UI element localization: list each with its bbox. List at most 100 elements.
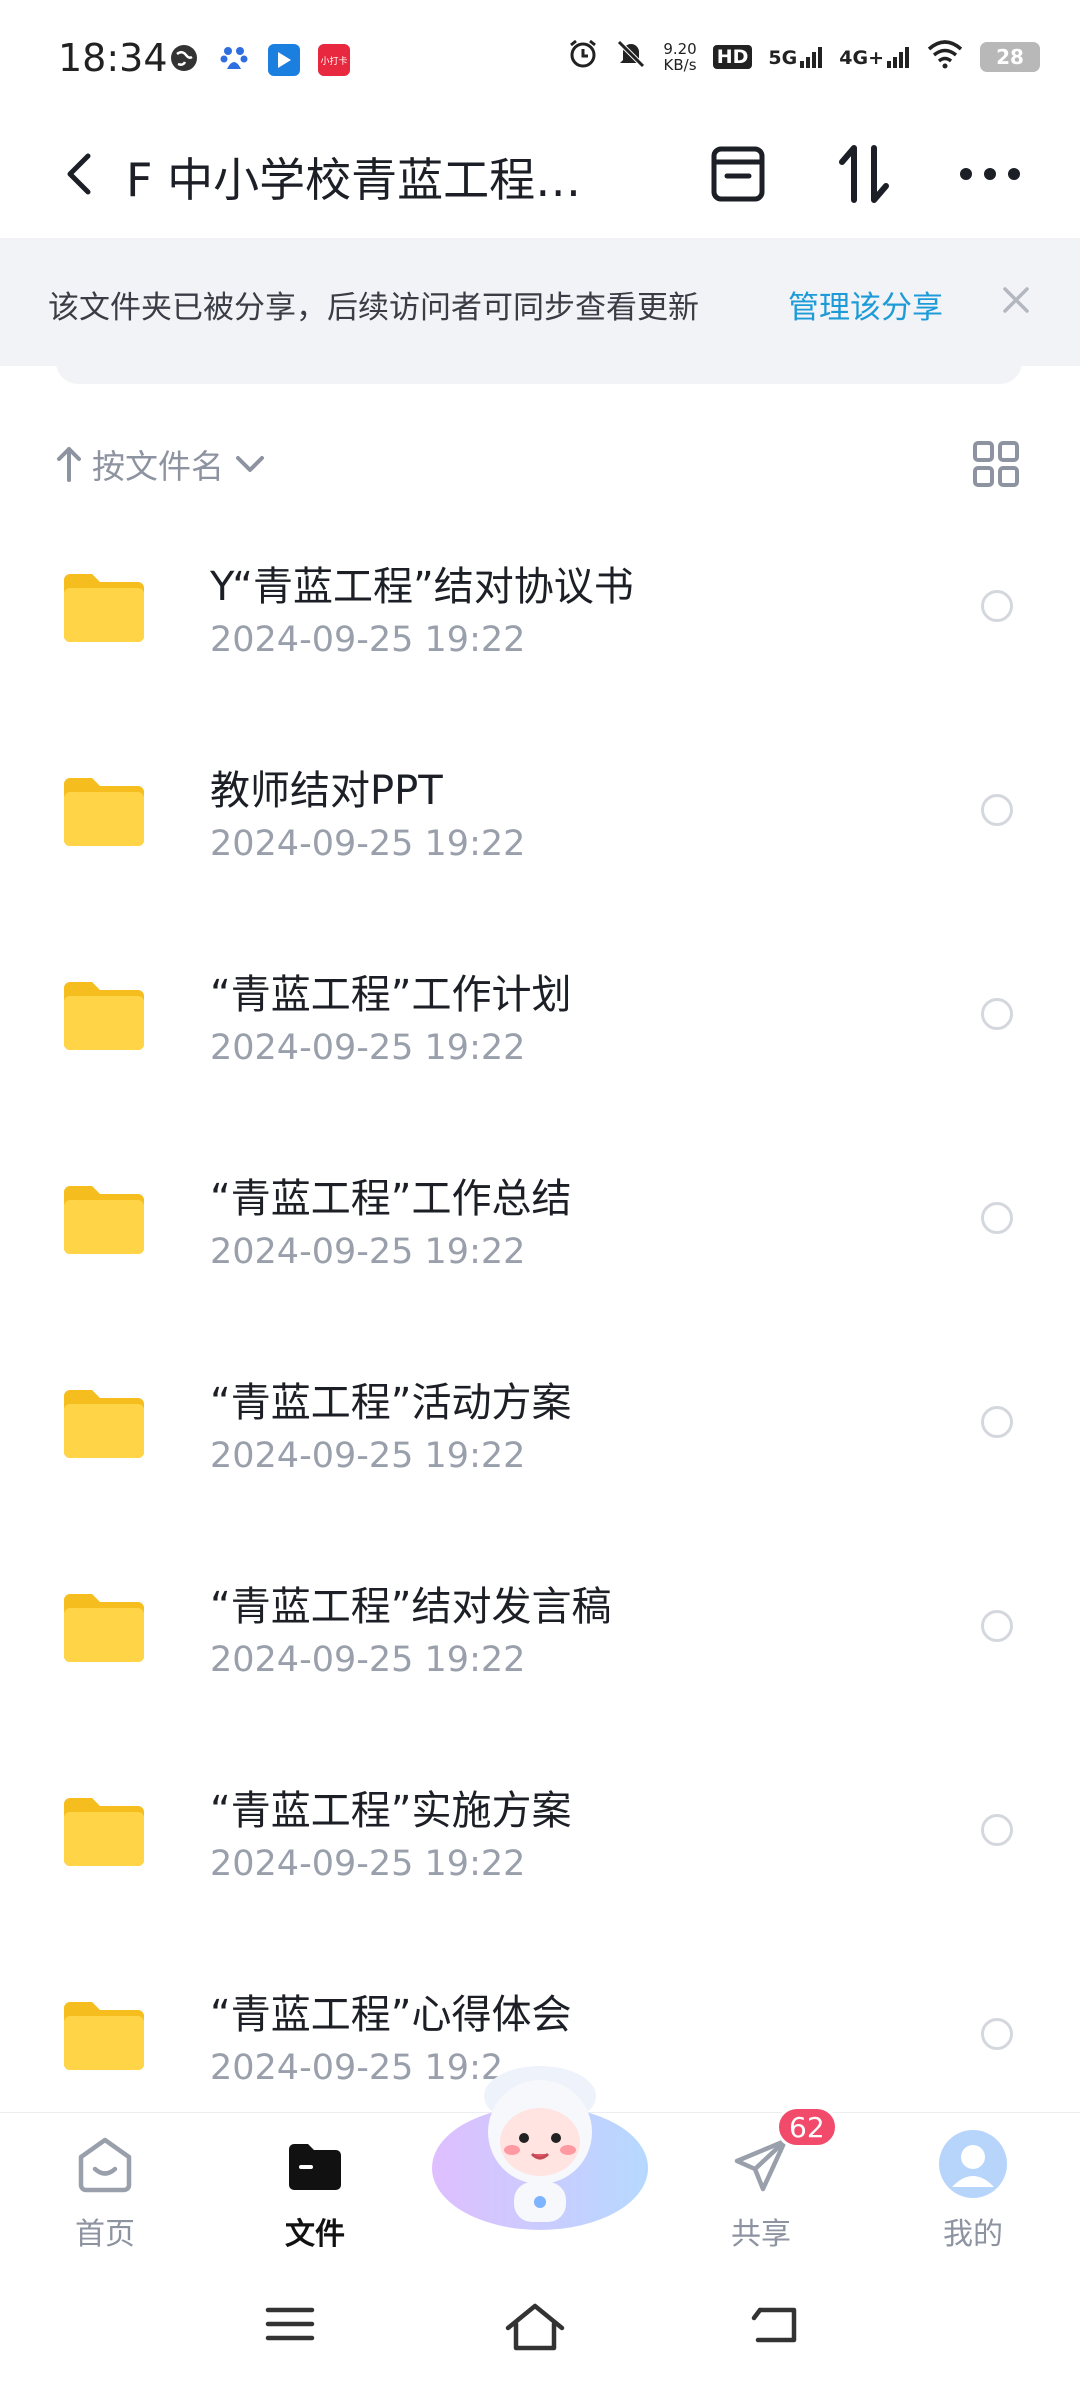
select-radio[interactable] <box>981 1814 1013 1846</box>
file-name: Y“青蓝工程”结对协议书 <box>210 564 634 610</box>
nav-files-label: 文件 <box>285 2217 345 2252</box>
red-app-label: 小打卡 <box>320 56 348 67</box>
close-icon <box>1003 287 1029 313</box>
system-menu-button[interactable] <box>260 2300 340 2360</box>
search-bar-edge <box>56 362 1022 384</box>
list-item[interactable]: “青蓝工程”活动方案 2024-09-25 19:22 <box>0 1324 1080 1528</box>
share-badge: 62 <box>776 2106 838 2148</box>
sort-arrows-icon <box>839 145 889 203</box>
sort-by-name-button[interactable]: 按文件名 <box>56 440 266 488</box>
mute-icon <box>615 38 647 75</box>
nav-share-label: 共享 <box>731 2217 791 2252</box>
select-radio[interactable] <box>981 998 1013 1030</box>
file-date: 2024-09-25 19:22 <box>210 1844 526 1884</box>
select-radio[interactable] <box>981 2018 1013 2050</box>
select-radio[interactable] <box>981 794 1013 826</box>
folder-icon <box>64 778 144 846</box>
file-name: “青蓝工程”工作计划 <box>210 972 572 1018</box>
sim1-label: 5G <box>768 46 798 69</box>
close-banner-button[interactable] <box>990 274 1042 326</box>
status-time: 18:34 <box>58 36 168 80</box>
file-name: “青蓝工程”结对发言稿 <box>210 1584 612 1630</box>
manage-share-link[interactable]: 管理该分享 <box>788 282 943 327</box>
sort-button[interactable] <box>828 138 900 210</box>
file-name: “青蓝工程”工作总结 <box>210 1176 572 1222</box>
system-home-button[interactable] <box>500 2300 580 2360</box>
file-name: “青蓝工程”实施方案 <box>210 1788 572 1834</box>
sim2-label: 4G+ <box>839 46 884 69</box>
nav-home[interactable]: 首页 <box>30 2113 180 2261</box>
nav-me[interactable]: 我的 <box>898 2113 1048 2261</box>
file-date: 2024-09-25 19:22 <box>210 620 526 660</box>
alarm-icon <box>567 38 599 75</box>
profile-avatar-icon <box>939 2130 1007 2198</box>
select-radio[interactable] <box>981 1610 1013 1642</box>
archive-button[interactable] <box>702 138 774 210</box>
back-arrow-icon <box>67 153 91 195</box>
folder-icon <box>64 1594 144 1662</box>
globe-icon <box>168 42 200 78</box>
share-banner-text: 该文件夹已被分享，后续访问者可同步查看更新 <box>48 290 699 326</box>
status-bar: 18:34 小打卡 9.20 KB/s HD 5G 4G+ 28 <box>0 0 1080 120</box>
back-return-icon <box>751 2307 797 2343</box>
sort-row: 按文件名 <box>0 430 1080 500</box>
network-speed: 9.20 KB/s <box>663 41 696 73</box>
file-date: 2024-09-25 19:22 <box>210 1028 526 1068</box>
signal-bars-icon <box>800 46 823 68</box>
hd-indicator: HD <box>712 44 753 69</box>
back-button[interactable] <box>48 142 112 206</box>
folder-icon <box>64 1186 144 1254</box>
file-list: Y“青蓝工程”结对协议书 2024-09-25 19:22 教师结对PPT 20… <box>0 508 1080 2140</box>
archive-icon <box>711 146 765 202</box>
list-item[interactable]: “青蓝工程”工作计划 2024-09-25 19:22 <box>0 916 1080 1120</box>
nav-me-label: 我的 <box>943 2217 1003 2252</box>
sort-label: 按文件名 <box>92 447 224 486</box>
folder-icon <box>64 1390 144 1458</box>
more-button[interactable] <box>954 138 1026 210</box>
assistant-mascot-button[interactable] <box>428 2050 652 2240</box>
wifi-icon <box>926 39 964 74</box>
menu-lines-icon <box>265 2307 315 2341</box>
file-date: 2024-09-25 19:22 <box>210 1640 526 1680</box>
select-radio[interactable] <box>981 1202 1013 1234</box>
status-system-icons: 9.20 KB/s HD 5G 4G+ 28 <box>567 38 1040 75</box>
grid-view-button[interactable] <box>972 440 1028 496</box>
folder-icon <box>289 2144 341 2190</box>
more-dots-icon <box>960 168 1020 180</box>
nav-files[interactable]: 文件 <box>240 2113 390 2261</box>
system-nav-bar <box>0 2260 1080 2400</box>
file-name: “青蓝工程”心得体会 <box>210 1992 572 2038</box>
file-name: 教师结对PPT <box>210 768 443 814</box>
sort-up-arrow-icon <box>57 447 81 482</box>
list-item[interactable]: Y“青蓝工程”结对协议书 2024-09-25 19:22 <box>0 508 1080 712</box>
folder-icon <box>64 2002 144 2070</box>
system-back-button[interactable] <box>746 2300 826 2360</box>
folder-icon <box>64 1798 144 1866</box>
page-title: F 中小学校青蓝工程… <box>126 153 582 207</box>
file-date: 2024-09-25 19:22 <box>210 1232 526 1272</box>
home-outline-icon <box>505 2303 565 2351</box>
folder-icon <box>64 574 144 642</box>
signal-bars-icon <box>887 46 909 68</box>
play-store-icon <box>268 44 300 76</box>
sim2-signal: 4G+ <box>839 45 910 69</box>
list-item[interactable]: “青蓝工程”工作总结 2024-09-25 19:22 <box>0 1120 1080 1324</box>
status-notification-icons: 小打卡 <box>168 42 350 78</box>
share-banner: 该文件夹已被分享，后续访问者可同步查看更新 管理该分享 <box>0 238 1080 366</box>
folder-icon <box>64 982 144 1050</box>
file-name: “青蓝工程”活动方案 <box>210 1380 572 1426</box>
network-speed-value: 9.20 <box>663 39 697 58</box>
file-date: 2024-09-25 19:22 <box>210 1436 526 1476</box>
nav-home-label: 首页 <box>75 2217 135 2252</box>
list-item[interactable]: “青蓝工程”结对发言稿 2024-09-25 19:22 <box>0 1528 1080 1732</box>
select-radio[interactable] <box>981 1406 1013 1438</box>
send-plane-icon <box>734 2138 788 2192</box>
list-item[interactable]: 教师结对PPT 2024-09-25 19:22 <box>0 712 1080 916</box>
sim1-signal: 5G <box>768 45 823 69</box>
assistant-mascot-icon <box>432 2066 648 2230</box>
home-face-icon <box>78 2137 132 2193</box>
select-radio[interactable] <box>981 590 1013 622</box>
list-item[interactable]: “青蓝工程”实施方案 2024-09-25 19:22 <box>0 1732 1080 1936</box>
red-app-icon: 小打卡 <box>318 44 350 76</box>
battery-icon: 28 <box>980 41 1040 72</box>
